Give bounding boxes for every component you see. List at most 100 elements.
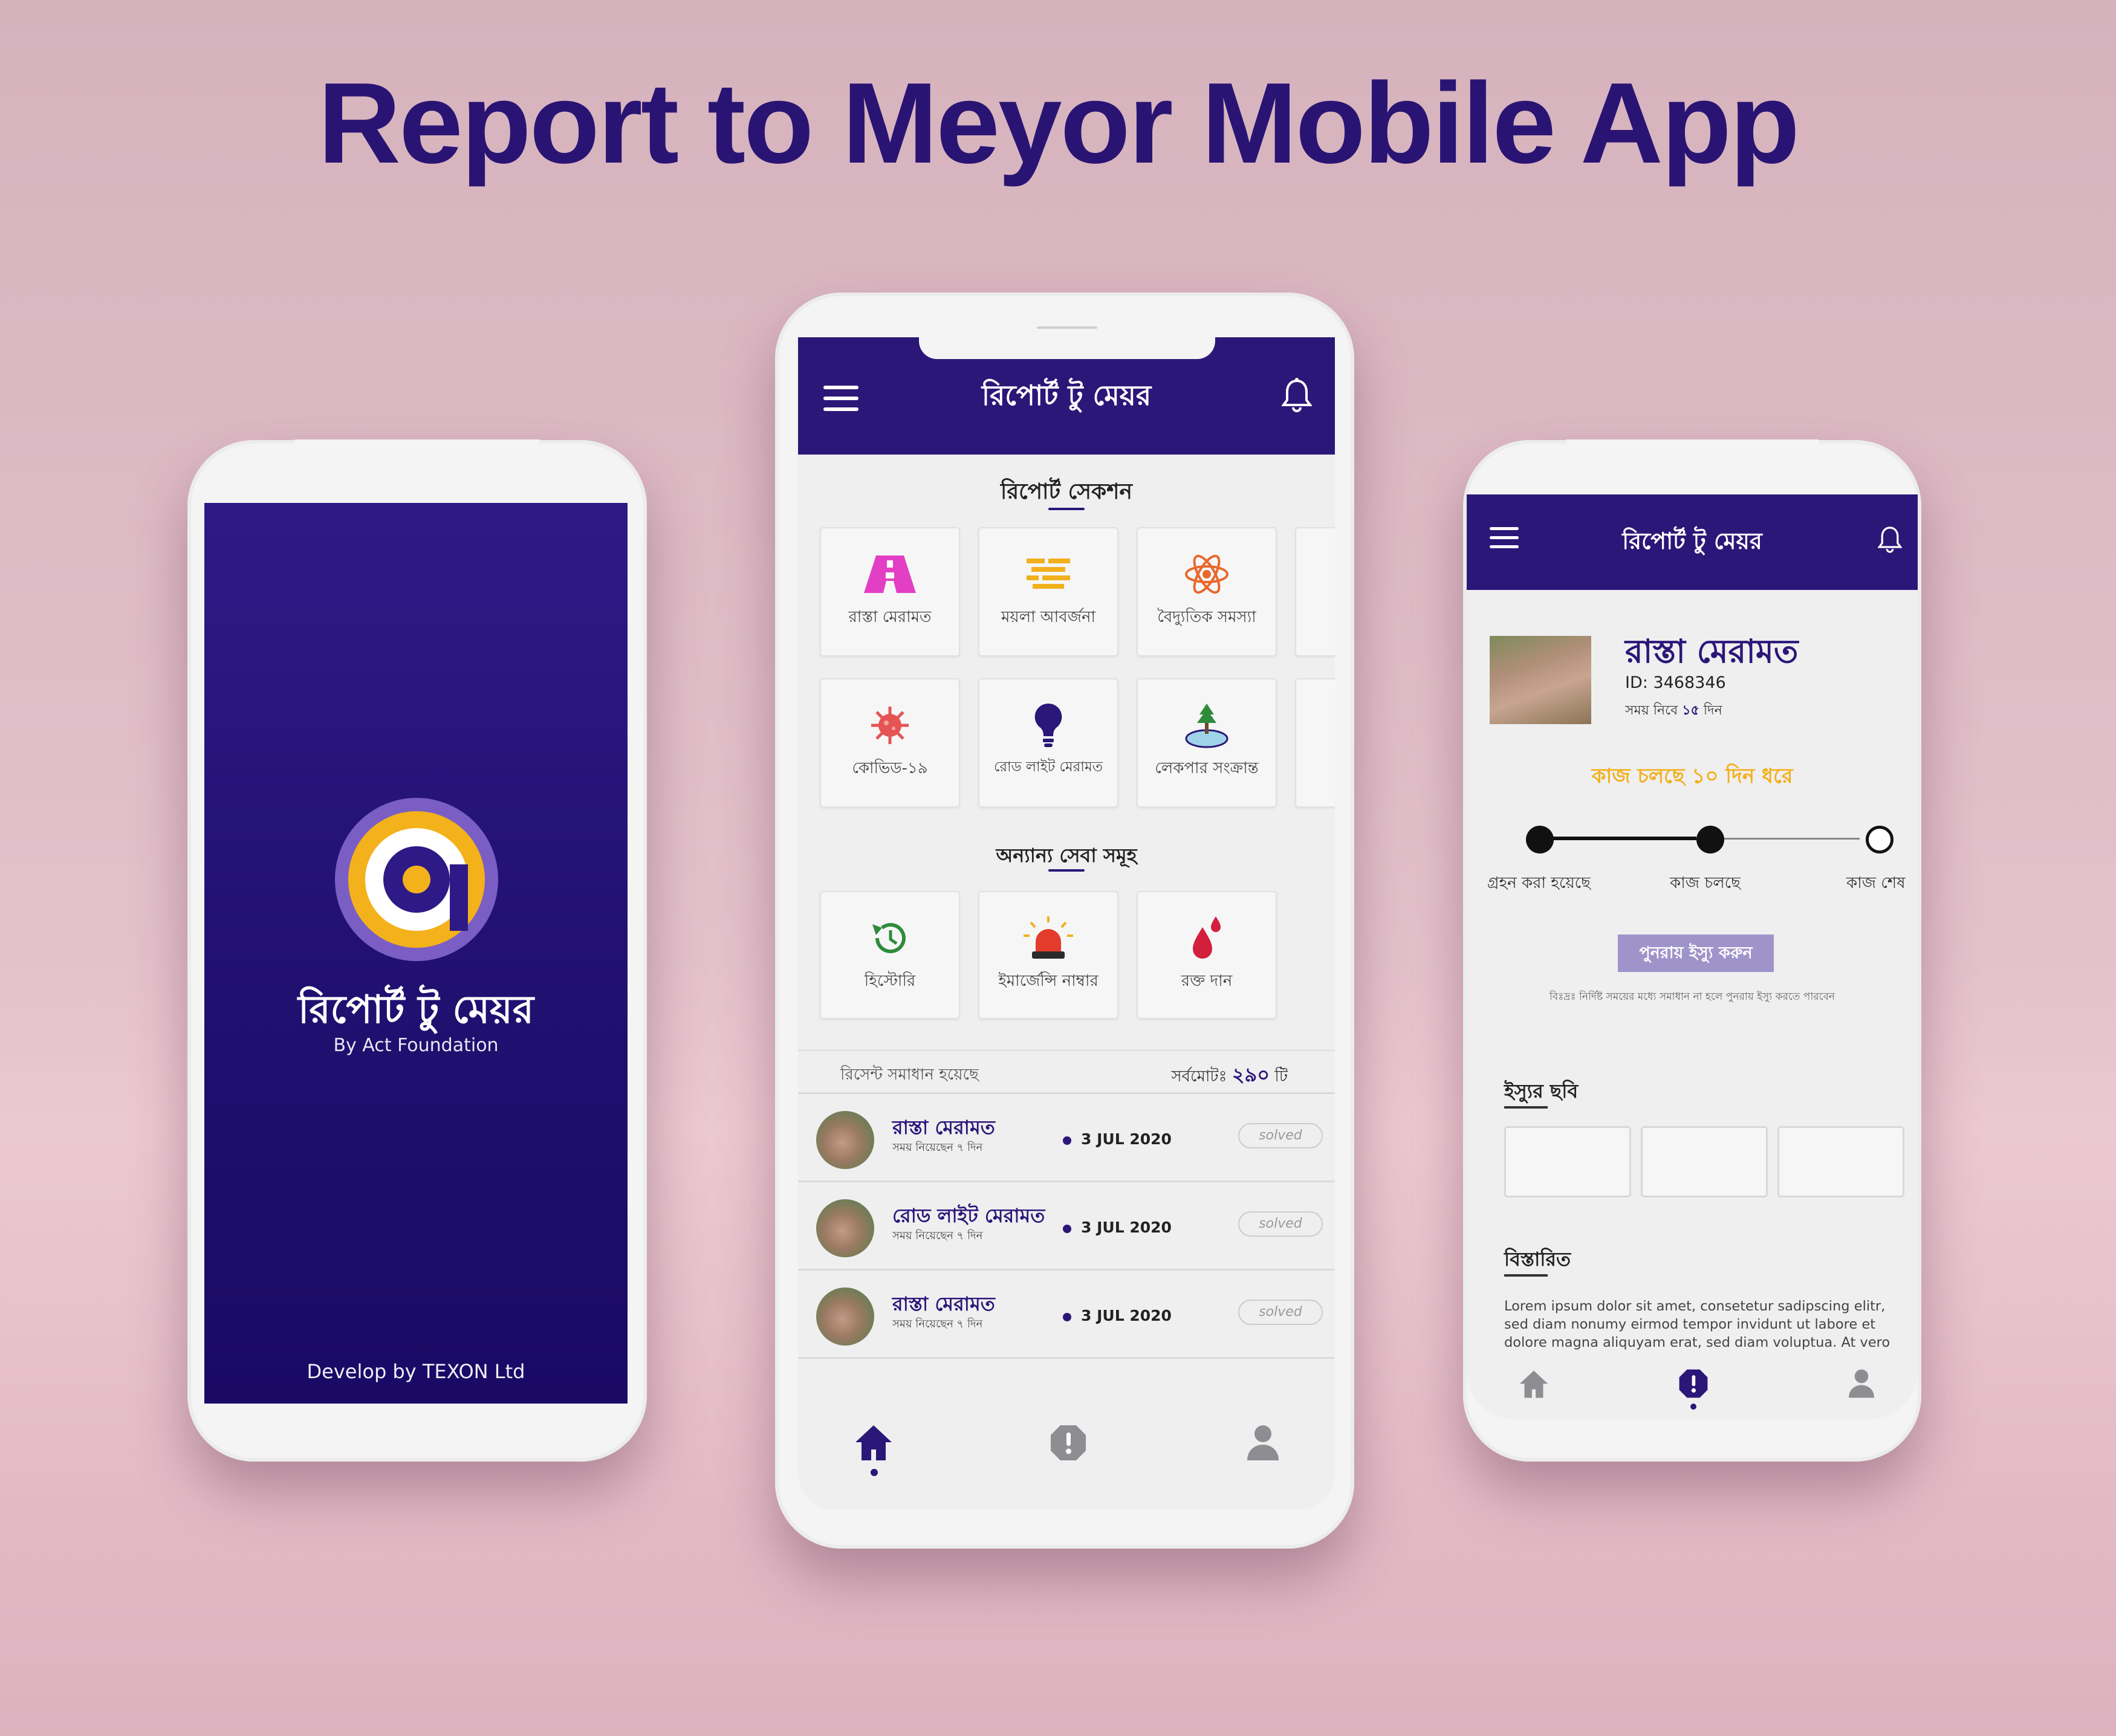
issue-photo-slot[interactable] [1777,1126,1904,1197]
splash-developer: Develop by TEXON Ltd [307,1360,525,1383]
step-dot-done [1866,826,1894,853]
report-thumbnail [816,1287,874,1346]
date-dot [1063,1136,1071,1145]
active-tab-indicator [871,1469,878,1476]
report-alert-icon[interactable] [1678,1368,1709,1401]
date-dot [1063,1225,1071,1233]
app-logo [335,798,498,961]
phone-notch [295,439,539,477]
total-unit: টি [1274,1067,1288,1086]
road-icon [821,550,959,598]
recent-label: রিসেন্ট সমাধান হয়েছে [840,1066,979,1084]
report-section-title: রিপোর্ট সেকশন [1001,479,1132,504]
issue-time: সময় নিবে ১৫ দিন [1625,700,1722,722]
step-dot-working [1696,826,1724,853]
stepper-line-pending [1709,838,1860,840]
splash-phone: রিপোর্ট টু মেয়র By Act Foundation Devel… [187,439,647,1462]
reissue-note: বিঃদ্রঃ নির্দিষ্ট সময়ের মধ্যে সমাধান না… [1549,991,1835,1003]
electric-atom-icon [1138,550,1276,598]
speaker-grille [1037,326,1097,329]
tile-label: রাস্তা মেরামত [848,608,932,626]
splash-screen: রিপোর্ট টু মেয়র By Act Foundation Devel… [204,503,628,1404]
list-item[interactable]: রাস্তা মেরামত সময় নিয়েছেন ৭ দিন 3 JUL … [798,1094,1335,1182]
garbage-icon [979,550,1117,598]
step-label: কাজ শেষ [1846,874,1906,892]
report-thumbnail [816,1111,874,1169]
status-badge: solved [1238,1211,1323,1237]
bulb-icon [979,701,1117,750]
tile-history[interactable]: হিস্টোরি [820,891,960,1019]
list-item[interactable]: রোড লাইট মেরামত সময় নিয়েছেন ৭ দিন 3 JU… [798,1182,1335,1271]
issue-status: কাজ চলছে ১০ দিন ধরে [1591,764,1793,788]
profile-icon[interactable] [1848,1368,1875,1401]
recent-solved-header: রিসেন্ট সমাধান হয়েছে সর্বমোটঃ ২৯০ টি [798,1049,1335,1094]
total-label: সর্বমোটঃ [1171,1067,1227,1086]
report-thumbnail [816,1199,874,1257]
home-icon[interactable] [852,1422,895,1464]
list-item[interactable]: রাস্তা মেরামত সময় নিয়েছেন ৭ দিন 3 JUL … [798,1271,1335,1359]
tile-label: ময়লা আবর্জনা [1001,608,1096,626]
tile-label: লেকপার সংক্রান্ত [1155,759,1259,777]
siren-icon [979,914,1117,962]
bottom-nav [1467,1353,1918,1419]
issue-name: রাস্তা মেরামত [1625,632,1799,670]
tile-covid[interactable]: কোভিড-১৯ [820,678,960,808]
tile-label: রোড লাইট মেরামত [994,759,1103,775]
progress-stepper: গ্রহন করা হয়েছে কাজ চলছে কাজ শেষ [1467,818,1918,892]
home-icon[interactable] [1519,1370,1549,1401]
detail-app-bar: রিপোর্ট টু মেয়র [1467,494,1918,590]
notification-bell-icon[interactable] [1877,525,1903,557]
bottom-nav [798,1389,1335,1510]
tile-label: কোভিড-১৯ [852,759,928,777]
profile-icon[interactable] [1242,1422,1284,1464]
detail-phone: রিপোর্ট টু মেয়র রাস্তা মেরামত ID: 34683… [1463,439,1921,1462]
step-label: কাজ চলছে [1670,874,1741,892]
lake-tree-icon [1138,701,1276,750]
tile-lake[interactable]: লেকপার সংক্রান্ত [1137,678,1277,808]
tile-label: রক্ত দান [1181,972,1233,990]
issue-id: ID: 3468346 [1625,673,1726,692]
step-label: গ্রহন করা হয়েছে [1487,874,1591,892]
total-count: সর্বমোটঃ ২৯০ টি [1171,1060,1288,1092]
time-unit: দিন [1703,703,1722,718]
tile-partial[interactable] [1295,678,1335,808]
home-app-bar: রিপোর্ট টু মেয়র [798,337,1335,455]
tile-road-repair[interactable]: রাস্তা মেরামত [820,527,960,656]
tile-garbage[interactable]: ময়লা আবর্জনা [978,527,1118,656]
section-underline [1048,508,1085,510]
phone-notch [919,337,1215,359]
tile-blood-donation[interactable]: রক্ত দান [1137,891,1277,1019]
tile-road-light[interactable]: রোড লাইট মেরামত [978,678,1118,808]
time-value: ১৫ [1682,703,1699,718]
heading-underline [1504,1274,1548,1277]
report-alert-icon[interactable] [1047,1422,1089,1464]
item-duration: সময় নিয়েছেন ৭ দিন [892,1318,983,1330]
item-date: 3 JUL 2020 [1081,1219,1172,1236]
status-badge: solved [1238,1123,1323,1148]
active-tab-indicator [1690,1404,1696,1410]
total-value: ২৯০ [1232,1063,1270,1086]
tile-emergency[interactable]: ইমার্জেন্সি নাম্বার [978,891,1118,1019]
notification-bell-icon[interactable] [1281,377,1313,417]
page-title: Report to Meyor Mobile App [317,59,1800,187]
home-screen: রিপোর্ট টু মেয়র রিপোর্ট সেকশন রাস্তা মে… [798,337,1335,1510]
step-dot-received [1526,826,1554,853]
tile-label: বৈদ্যুতিক সমস্যা [1157,608,1256,626]
tile-partial[interactable] [1295,527,1335,656]
status-badge: solved [1238,1300,1323,1325]
issue-photo-slot[interactable] [1641,1126,1768,1197]
reissue-button[interactable]: পুনরায় ইস্যু করুন [1618,934,1774,972]
issue-photo-slot[interactable] [1504,1126,1631,1197]
item-duration: সময় নিয়েছেন ৭ দিন [892,1141,983,1154]
detail-screen: রিপোর্ট টু মেয়র রাস্তা মেরামত ID: 34683… [1467,494,1918,1419]
item-date: 3 JUL 2020 [1081,1307,1172,1324]
tile-label: ইমার্জেন্সি নাম্বার [998,972,1099,990]
tile-electric[interactable]: বৈদ্যুতিক সমস্যা [1137,527,1277,656]
stepper-line-done [1539,837,1696,840]
photos-heading: ইস্যুর ছবি [1504,1080,1579,1103]
phone-notch [1566,439,1819,477]
detail-app-title: রিপোর্ট টু মেয়র [1622,528,1762,554]
section-underline [1048,869,1085,872]
issue-photo [1490,636,1591,724]
tile-label: হিস্টোরি [864,972,916,990]
